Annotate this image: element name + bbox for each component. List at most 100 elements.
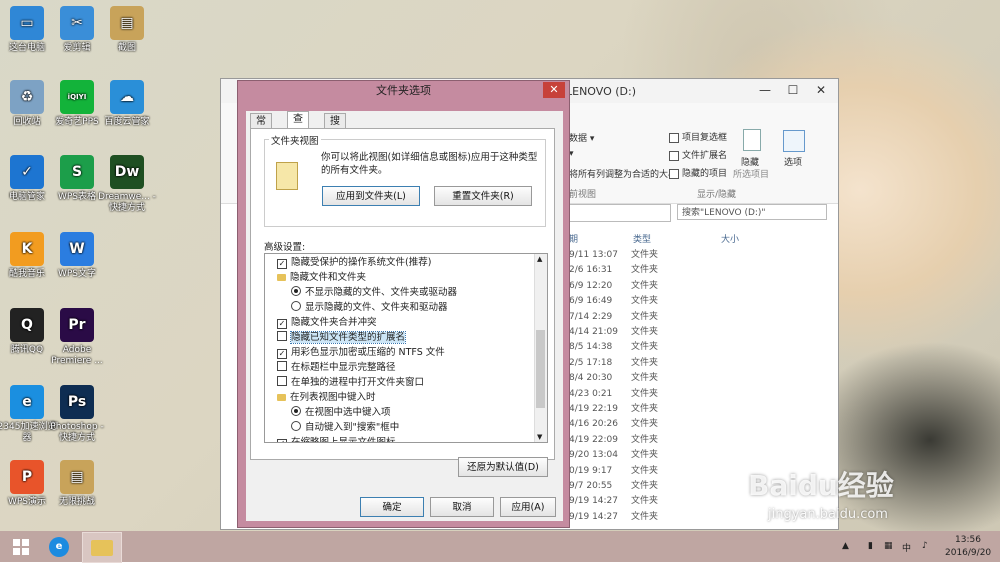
ie-icon: e	[49, 536, 69, 557]
file-row[interactable]: 8/4 20:30 文件夹	[569, 371, 689, 386]
setting-check[interactable]: ✓ 用彩色显示加密或压缩的 NTFS 文件	[277, 345, 445, 360]
setting-radio[interactable]: 不显示隐藏的文件、文件夹或驱动器	[291, 285, 457, 300]
desktop-icon[interactable]: ▤ 截图	[96, 6, 158, 54]
file-row[interactable]: 6/9 12:20 文件夹	[569, 279, 689, 294]
taskbar-ie[interactable]: e	[40, 532, 78, 561]
setting-check[interactable]: 在标题栏中显示完整路径	[277, 360, 396, 375]
column-size[interactable]: 大小	[721, 232, 739, 245]
search-input[interactable]: 搜索"LENOVO (D:)"	[677, 204, 827, 220]
item-checkbox-option[interactable]: 项目复选框	[669, 130, 727, 143]
setting-check[interactable]: ✓ 在缩略图上显示文件图标	[277, 435, 396, 442]
dialog-close-button[interactable]: ✕	[543, 82, 565, 98]
file-extension-option[interactable]: 文件扩展名	[669, 148, 727, 161]
hidden-items-option[interactable]: 隐藏的项目	[669, 166, 727, 179]
setting-check[interactable]: ✓ 隐藏受保护的操作系统文件(推荐)	[277, 255, 431, 270]
file-row[interactable]: 2/6 16:31 文件夹	[569, 263, 689, 278]
clock-time[interactable]: 13:56	[955, 535, 981, 545]
file-row[interactable]: 9/19 14:27 文件夹	[569, 494, 689, 509]
setting-radio[interactable]: 显示隐藏的文件、文件夹和驱动器	[291, 300, 448, 315]
setting-folder[interactable]: 在列表视图中键入时	[277, 390, 376, 405]
advanced-settings-list[interactable]: ✓ 隐藏受保护的操作系统文件(推荐) 隐藏文件和文件夹 不显示隐藏的文件、文件夹或驱动…	[264, 253, 548, 443]
file-row[interactable]: 4/23 0:21 文件夹	[569, 387, 689, 402]
network-icon[interactable]: ▦	[884, 541, 893, 551]
file-row[interactable]: 6/9 16:49 文件夹	[569, 294, 689, 309]
scroll-up-icon[interactable]: ▲	[537, 255, 542, 263]
watermark-url: jingyan.baidu.com	[768, 507, 888, 522]
checkbox-checked-icon: ✓	[277, 349, 287, 359]
setting-check[interactable]: 隐藏已知文件类型的扩展名	[277, 330, 407, 345]
tab-search[interactable]: 搜索	[324, 113, 346, 142]
file-type: 文件夹	[631, 450, 659, 461]
setting-label: 隐藏文件夹合并冲突	[291, 317, 377, 328]
folder-icon	[277, 394, 286, 401]
file-row[interactable]: 4/14 21:09 文件夹	[569, 325, 689, 340]
file-row[interactable]: 9/19 14:27 文件夹	[569, 510, 689, 525]
file-row[interactable]: 4/19 22:19 文件夹	[569, 402, 689, 417]
setting-label: 用彩色显示加密或压缩的 NTFS 文件	[291, 347, 445, 358]
setting-check[interactable]: 在单独的进程中打开文件夹窗口	[277, 375, 424, 390]
setting-label: 在单独的进程中打开文件夹窗口	[291, 377, 425, 388]
file-row[interactable]: 2/5 17:18 文件夹	[569, 356, 689, 371]
checkbox-checked-icon: ✓	[277, 439, 287, 442]
setting-check[interactable]: ✓ 隐藏文件夹合并冲突	[277, 315, 377, 330]
ribbon-data-button[interactable]: 数据 ▾	[569, 131, 594, 144]
folder-options-dialog[interactable]: 文件夹选项 ✕ 常规 查看 搜索 文件夹视图 你可以将此视图(如详细信息或图标)…	[237, 80, 570, 528]
reset-folders-button[interactable]: 重置文件夹(R)	[434, 186, 532, 206]
desktop-icon[interactable]: Ps Photoshop - 快捷方式	[46, 385, 108, 444]
file-row[interactable]: 9/11 13:07 文件夹	[569, 248, 689, 263]
close-button[interactable]: ✕	[807, 79, 835, 101]
setting-label: 隐藏受保护的操作系统文件(推荐)	[291, 257, 432, 268]
desktop-icon[interactable]: Pr Adobe Premiere ...	[46, 308, 108, 367]
checkbox-icon	[669, 132, 679, 143]
desktop-icon[interactable]: Dw Dreamwe... - 快捷方式	[96, 155, 158, 214]
column-type[interactable]: 类型	[633, 232, 651, 245]
desktop-icon[interactable]: ▤ 无限挑战	[46, 460, 108, 508]
file-row[interactable]: 7/14 2:29 文件夹	[569, 310, 689, 325]
dialog-body: 常规 查看 搜索 文件夹视图 你可以将此视图(如详细信息或图标)应用于这种类型的…	[246, 111, 563, 521]
tray-chevron-icon[interactable]: ▲	[842, 541, 849, 551]
ribbon-group-showhide: 显示/隐藏	[697, 190, 737, 200]
file-row[interactable]: 9/7 20:55 文件夹	[569, 479, 689, 494]
column-date[interactable]: 期	[569, 232, 578, 245]
selected-items-label: 所选项目	[733, 170, 770, 180]
taskbar-explorer[interactable]	[82, 532, 122, 563]
file-date: 9/19 14:27	[569, 496, 619, 507]
ribbon-fit-columns[interactable]: 将所有列调整为合适的大小	[569, 167, 677, 180]
setting-radio[interactable]: 自动键入到"搜索"框中	[291, 420, 399, 435]
start-button[interactable]	[2, 532, 40, 561]
file-row[interactable]: 9/20 13:04 文件夹	[569, 448, 689, 463]
tab-general[interactable]: 常规	[250, 113, 272, 142]
maximize-button[interactable]: ☐	[779, 79, 807, 101]
file-row[interactable]: 4/19 22:09 文件夹	[569, 433, 689, 448]
setting-label: 显示隐藏的文件、文件夹和驱动器	[305, 302, 448, 313]
file-row[interactable]: 8/5 14:38 文件夹	[569, 340, 689, 355]
options-button[interactable]: 选项	[784, 155, 802, 168]
desktop-icon[interactable]: W WPS文字	[46, 232, 108, 280]
radio-selected-icon	[291, 286, 301, 296]
clock-date[interactable]: 2016/9/20	[945, 548, 991, 558]
scroll-down-icon[interactable]: ▼	[537, 433, 542, 441]
scrollbar-thumb[interactable]	[536, 330, 545, 408]
minimize-button[interactable]: —	[751, 79, 779, 101]
file-row[interactable]: 4/16 20:26 文件夹	[569, 417, 689, 432]
settings-scrollbar[interactable]: ▲ ▼	[534, 254, 547, 442]
file-row[interactable]: 0/19 9:17 文件夹	[569, 464, 689, 479]
desktop-icon-label: Dreamwe... - 快捷方式	[98, 192, 156, 213]
app-icon: ♻	[10, 80, 44, 114]
volume-icon[interactable]: ♪	[922, 541, 928, 551]
cancel-button[interactable]: 取消	[430, 497, 494, 517]
explorer-title: LENOVO (D:)	[566, 85, 637, 98]
setting-label: 隐藏文件和文件夹	[290, 272, 367, 283]
apply-button[interactable]: 应用(A)	[500, 497, 556, 517]
restore-defaults-button[interactable]: 还原为默认值(D)	[458, 457, 548, 477]
apply-to-folders-button[interactable]: 应用到文件夹(L)	[322, 186, 420, 206]
address-bar[interactable]	[561, 204, 671, 222]
desktop-icon-label: 无限挑战	[58, 497, 95, 507]
desktop-icon[interactable]: ☁ 百度云管家	[96, 80, 158, 128]
ok-button[interactable]: 确定	[360, 497, 424, 517]
ime-indicator[interactable]: 中	[902, 541, 911, 554]
app-icon: Pr	[60, 308, 94, 342]
setting-folder[interactable]: 隐藏文件和文件夹	[277, 270, 366, 285]
setting-radio[interactable]: 在视图中选中键入项	[291, 405, 391, 420]
battery-icon[interactable]: ▮	[868, 541, 873, 551]
